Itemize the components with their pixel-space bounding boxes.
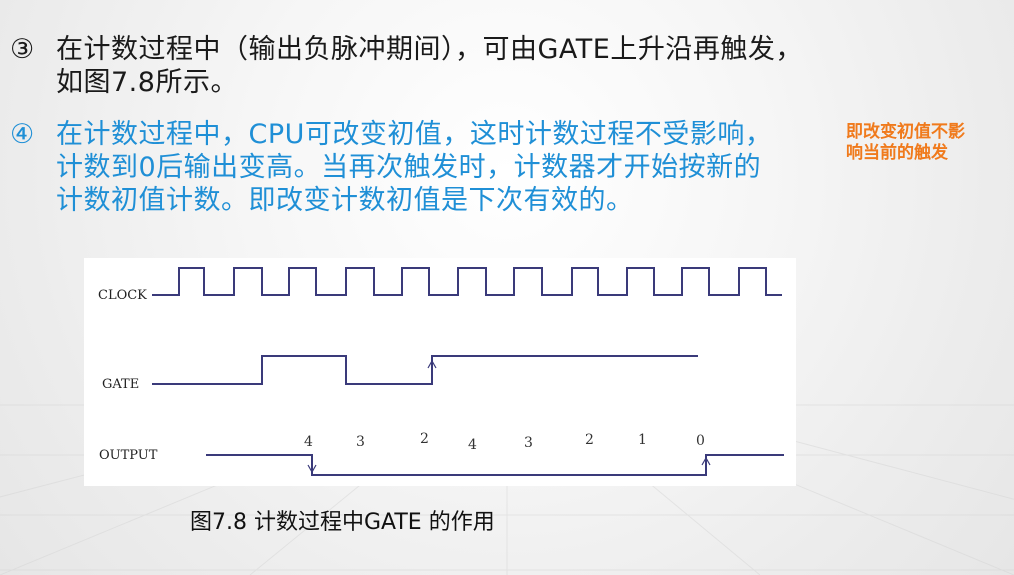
bullet-item-4-line-1: ④ 在计数过程中，CPU可改变初值，这时计数过程不受影响，: [10, 119, 773, 150]
bullet-item-3-line-1: ③ 在计数过程中（输出负脉冲期间），可由GATE上升沿再触发，: [10, 34, 803, 65]
count-label-1: 4: [304, 434, 313, 450]
callout-line-2: 响当前的触发: [846, 143, 948, 163]
output-waveform: [206, 454, 784, 476]
bullet-item-3-line-2: 如图7.8所示。: [56, 67, 238, 98]
bullet-marker-4: ④: [10, 119, 35, 150]
clock-waveform: [152, 267, 782, 296]
clock-label: CLOCK: [98, 288, 147, 303]
gate-label: GATE: [102, 377, 139, 392]
bullet-item-4-line-3: 计数初值计数。即改变计数初值是下次有效的。: [56, 185, 634, 216]
count-label-4: 4: [468, 437, 477, 453]
count-label-2: 3: [356, 434, 365, 450]
output-label: OUTPUT: [99, 448, 158, 463]
figure-caption: 图7.8 计数过程中GATE 的作用: [190, 510, 495, 535]
count-label-6: 2: [585, 432, 594, 448]
count-label-7: 1: [638, 432, 647, 448]
bullet-item-4: ④ 在计数过程中，CPU可改变初值，这时计数过程不受影响， 计数到0后输出变高。当…: [10, 118, 772, 217]
callout-line-1: 即改变初值不影: [846, 122, 965, 142]
timing-diagram: CLOCK GATE OUTPUT 4 3 2 4 3 2 1 0: [84, 258, 796, 486]
callout-note: 即改变初值不影 响当前的触发: [846, 122, 1006, 164]
bullet-item-3: ③ 在计数过程中（输出负脉冲期间），可由GATE上升沿再触发， 如图7.8所示。: [10, 33, 803, 99]
bullet-item-4-line-2: 计数到0后输出变高。当再次触发时，计数器才开始按新的: [56, 152, 762, 183]
timing-diagram-svg: CLOCK GATE OUTPUT 4 3 2 4 3 2 1 0: [98, 267, 784, 476]
gate-waveform: [152, 355, 698, 385]
count-label-8: 0: [696, 433, 705, 449]
bullet-marker-3: ③: [10, 34, 35, 65]
count-label-5: 3: [524, 435, 533, 451]
count-label-3: 2: [420, 431, 429, 447]
